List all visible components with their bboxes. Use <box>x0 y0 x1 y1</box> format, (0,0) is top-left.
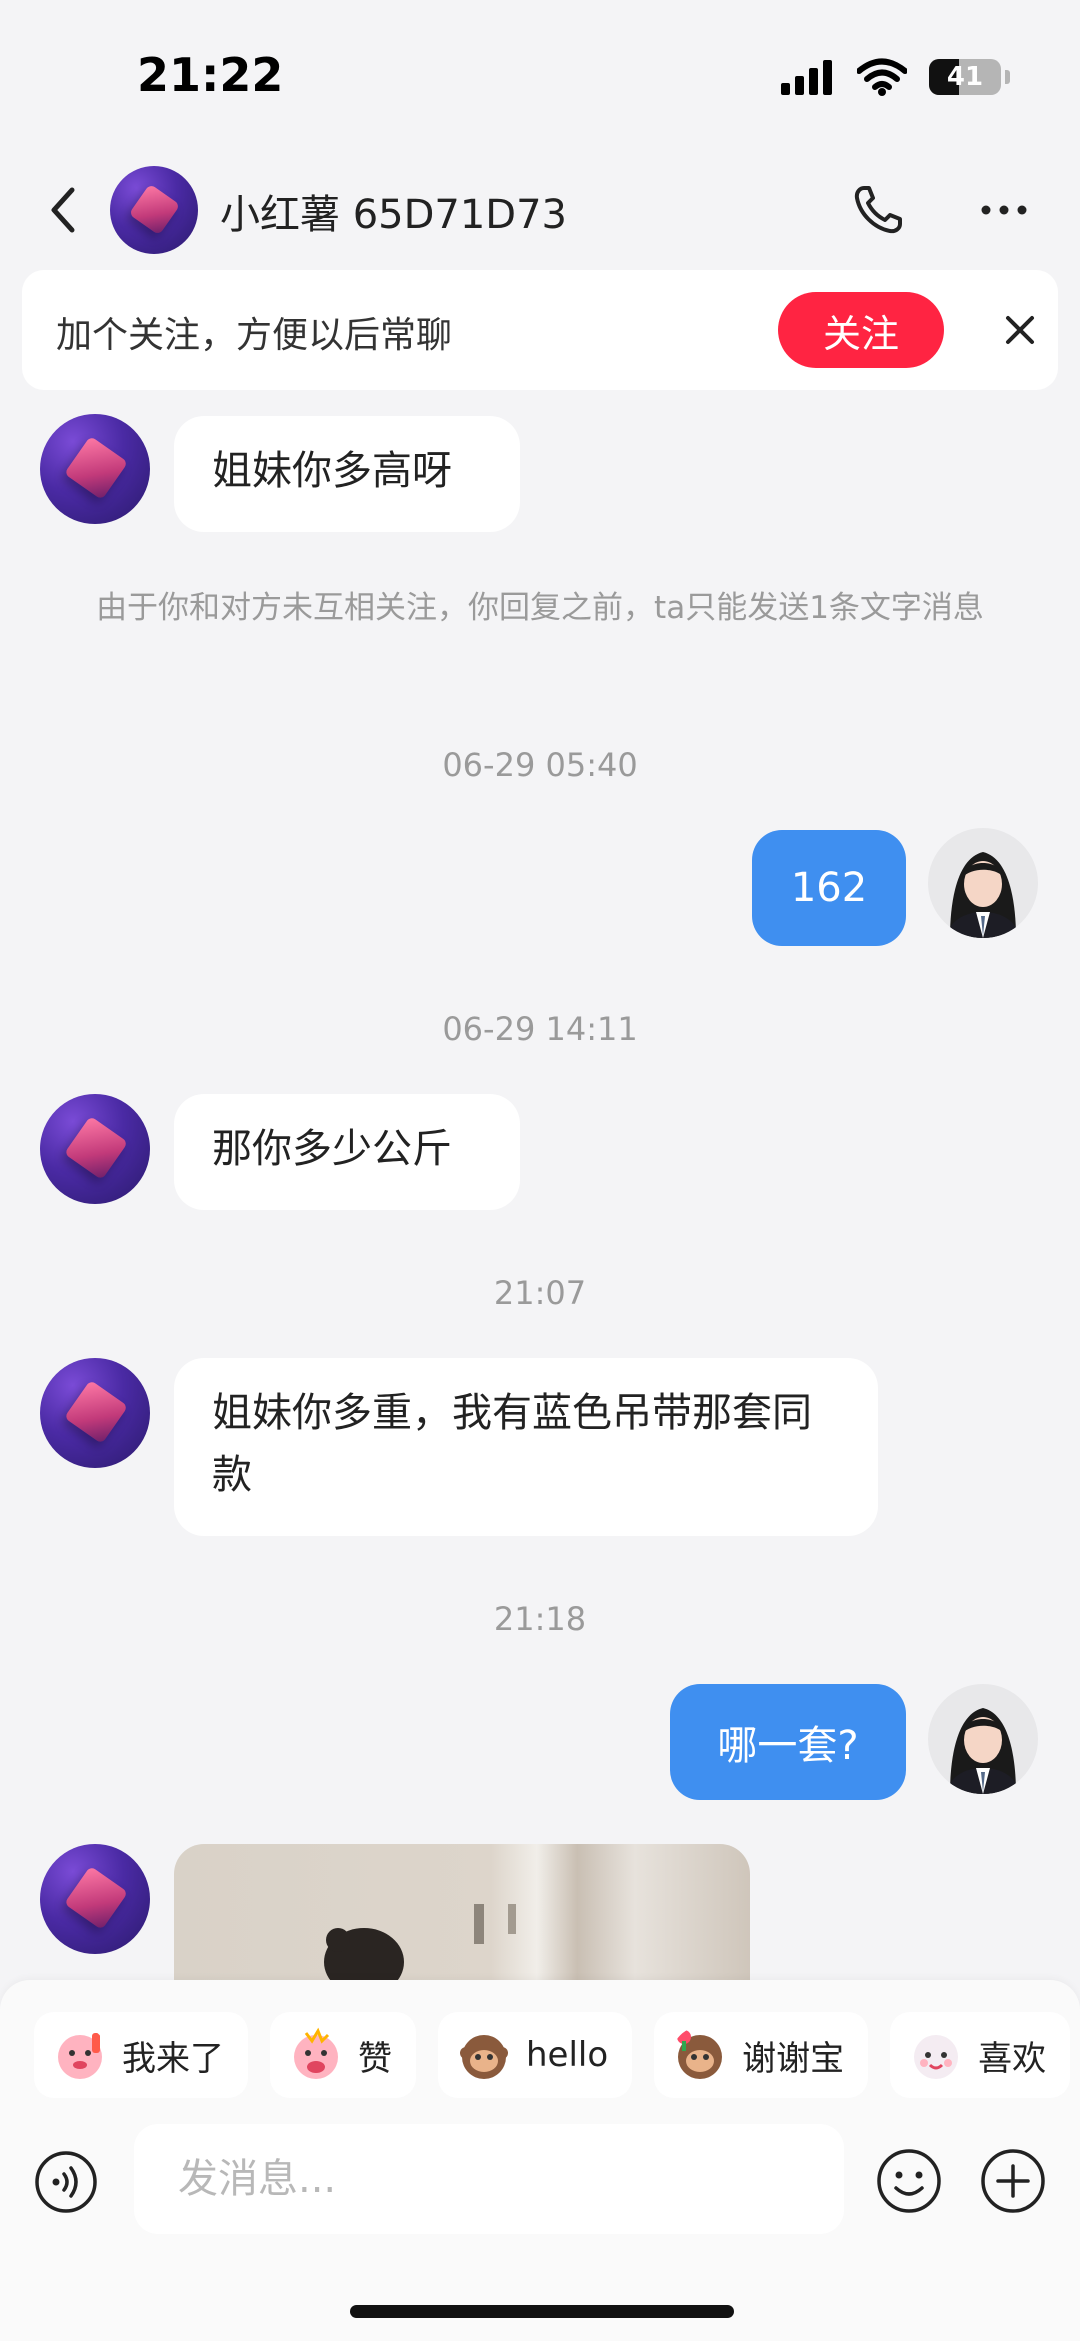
quick-reply-chip[interactable]: hello <box>438 2012 633 2098</box>
chat-header: 小红薯 65D71D73 <box>0 160 1080 260</box>
contact-avatar[interactable] <box>40 1094 150 1204</box>
outgoing-message[interactable]: 162 <box>752 830 906 946</box>
quick-reply-label: 谢谢宝 <box>742 2038 845 2079</box>
emoji-icon[interactable] <box>876 2148 942 2214</box>
battery-cap <box>1005 70 1010 84</box>
quick-reply-chip[interactable]: 谢谢宝 <box>654 2012 869 2098</box>
user-avatar[interactable] <box>928 1684 1038 1794</box>
quick-reply-label: 我来了 <box>122 2038 224 2079</box>
quick-reply-label: hello <box>526 2035 609 2075</box>
quick-reply-chip[interactable]: 喜欢 <box>890 2012 1071 2098</box>
status-icons: 41 <box>779 58 1010 96</box>
sticker-icon <box>914 2035 959 2079</box>
image-message[interactable] <box>174 1844 750 1984</box>
timestamp: 21:07 <box>493 1274 587 1312</box>
sticker-icon <box>677 2030 723 2079</box>
system-notice: 由于你和对方未互相关注，你回复之前，ta只能发送1条文字消息 <box>96 590 984 626</box>
quick-reply-chip[interactable]: 我来了 <box>34 2012 248 2098</box>
input-row <box>0 2124 1080 2244</box>
user-avatar[interactable] <box>928 828 1038 938</box>
contact-name[interactable]: 小红薯 65D71D73 <box>220 182 567 240</box>
message-input[interactable] <box>134 2124 844 2234</box>
battery-level: 41 <box>946 62 984 92</box>
timestamp: 06-29 14:11 <box>442 1010 638 1048</box>
quick-reply-label: 喜欢 <box>978 2038 1047 2079</box>
contact-avatar[interactable] <box>40 1844 150 1954</box>
quick-reply-chip[interactable]: 赞 <box>270 2012 416 2098</box>
more-icon[interactable] <box>976 182 1032 238</box>
wifi-icon <box>857 58 907 96</box>
phone-icon[interactable] <box>850 182 906 238</box>
quick-reply-row: 我来了 赞 hello 谢谢宝 喜欢 <box>34 2012 1071 2098</box>
home-indicator[interactable] <box>350 2305 734 2318</box>
sticker-icon <box>294 2027 338 2079</box>
follow-button[interactable]: 关注 <box>778 292 944 368</box>
follow-banner-text: 加个关注，方便以后常聊 <box>56 315 453 356</box>
close-icon[interactable] <box>996 306 1044 354</box>
quick-reply-label: 赞 <box>358 2038 392 2079</box>
outgoing-message[interactable]: 哪一套? <box>670 1684 906 1800</box>
contact-avatar[interactable] <box>40 414 150 524</box>
back-icon[interactable] <box>40 182 90 238</box>
signal-icon <box>781 60 832 95</box>
incoming-message[interactable]: 姐妹你多重，我有蓝色吊带那套同款 <box>174 1358 878 1536</box>
contact-avatar[interactable] <box>40 1358 150 1468</box>
follow-banner: 加个关注，方便以后常聊 关注 <box>22 270 1058 390</box>
status-time: 21:22 <box>137 48 284 102</box>
battery-icon: 41 <box>929 59 1001 95</box>
composer-panel: 我来了 赞 hello 谢谢宝 喜欢 发消息... <box>0 1980 1080 2341</box>
incoming-message[interactable]: 姐妹你多高呀 <box>174 416 520 532</box>
incoming-message[interactable]: 那你多少公斤 <box>174 1094 520 1210</box>
timestamp: 06-29 05:40 <box>442 746 638 784</box>
sticker-icon <box>58 2033 102 2079</box>
sticker-icon <box>460 2035 508 2079</box>
plus-icon[interactable] <box>980 2148 1046 2214</box>
timestamp: 21:18 <box>493 1600 587 1638</box>
contact-avatar[interactable] <box>110 166 198 254</box>
voice-icon[interactable] <box>34 2150 98 2214</box>
